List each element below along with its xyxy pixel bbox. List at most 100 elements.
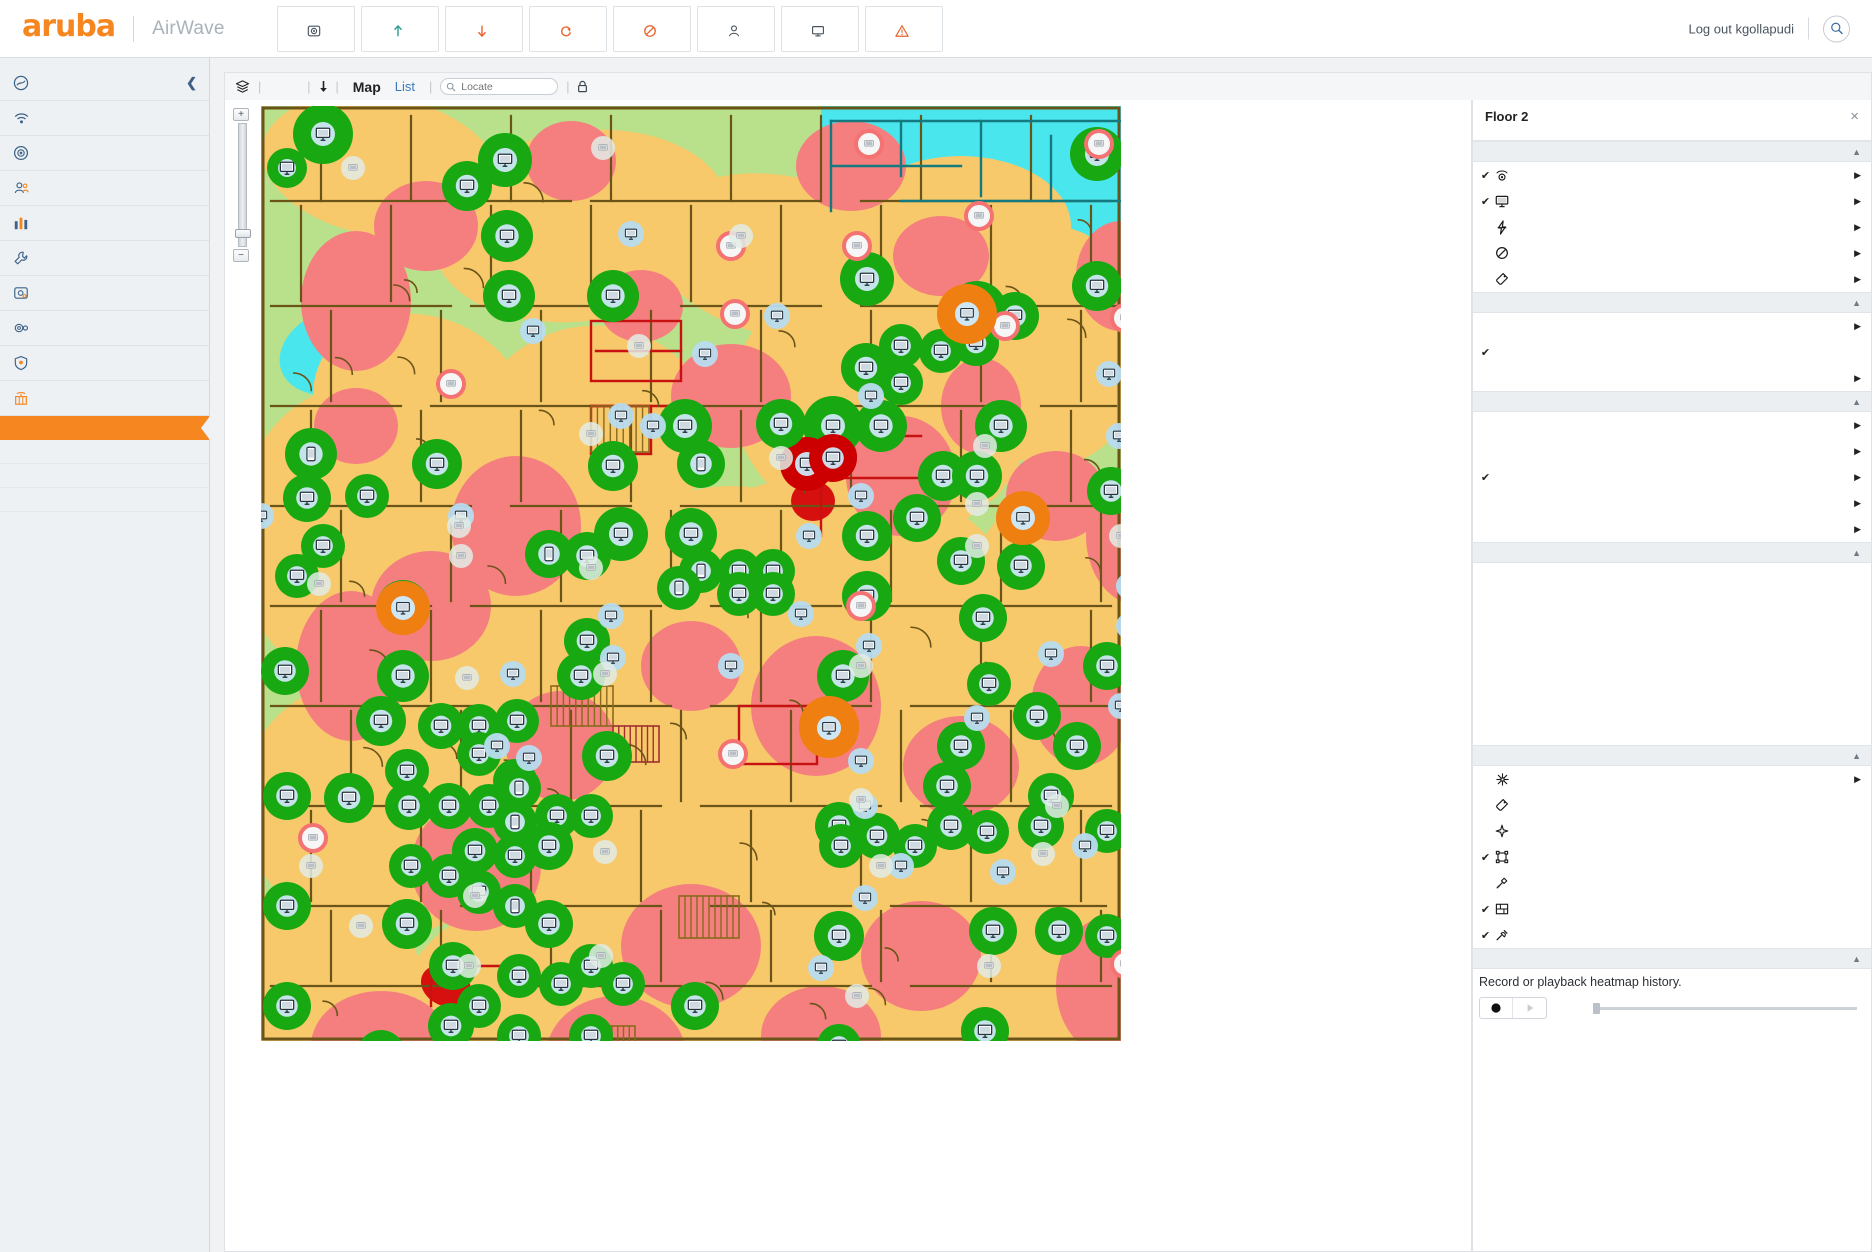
search-icon[interactable] xyxy=(1823,15,1850,42)
close-icon[interactable]: × xyxy=(1850,109,1859,124)
map-zoom-slider[interactable]: + − xyxy=(233,108,251,263)
panel-option-aps[interactable] xyxy=(1473,563,1871,589)
chevron-right-icon[interactable]: ▶ xyxy=(1854,373,1861,384)
panel-option-client-association[interactable] xyxy=(1473,589,1871,615)
panel-section-header-ap-overlays[interactable]: ▲ xyxy=(1473,391,1871,412)
chevron-right-icon[interactable]: ▶ xyxy=(1854,524,1861,535)
sidebar-item-home[interactable]: ❮ xyxy=(0,66,209,101)
sidebar-subitem-audit-log[interactable] xyxy=(0,488,209,512)
sidebar-item-groups[interactable] xyxy=(0,101,209,136)
play-icon[interactable] xyxy=(1513,998,1546,1018)
panel-option-ch-utilization[interactable]: ▶ xyxy=(1473,412,1871,438)
sidebar-item-amp-setup[interactable] xyxy=(0,311,209,346)
locate-input[interactable] xyxy=(459,80,554,94)
panel-option-speed[interactable]: ▶ xyxy=(1473,490,1871,516)
chevron-right-icon[interactable]: ▶ xyxy=(1854,222,1861,233)
zoom-handle[interactable] xyxy=(235,229,251,238)
panel-option-rogues[interactable] xyxy=(1473,667,1871,693)
panel-option-channel[interactable]: ▶ xyxy=(1473,438,1871,464)
panel-option-regions[interactable]: ✔ xyxy=(1473,844,1871,870)
panel-section-header-floorplan-features[interactable]: ▲ xyxy=(1473,745,1871,766)
sidebar-subitem-floor-plans[interactable] xyxy=(0,416,209,440)
caret-up-icon[interactable]: ▲ xyxy=(1852,548,1861,558)
sidebar-item-device-setup[interactable] xyxy=(0,276,209,311)
panel-section-header-relation-lines[interactable]: ▲ xyxy=(1473,542,1871,563)
panel-option-walls[interactable]: ✔ xyxy=(1473,896,1871,922)
panel-option-tags[interactable] xyxy=(1473,719,1871,745)
locate-search-box[interactable] xyxy=(440,78,558,95)
panel-option-aps[interactable]: ✔▶ xyxy=(1473,162,1871,188)
arrow-down-small-icon[interactable] xyxy=(319,80,328,93)
record-icon[interactable] xyxy=(1480,998,1513,1018)
stat-card-alerts[interactable] xyxy=(865,6,943,52)
caret-up-icon[interactable]: ▲ xyxy=(1852,397,1861,407)
panel-option-heatmap[interactable]: ✔▶ xyxy=(1473,464,1871,490)
tab-list[interactable]: List xyxy=(395,79,415,94)
option-checkmark[interactable]: ✔ xyxy=(1479,929,1492,942)
lock-icon[interactable] xyxy=(577,80,588,93)
option-checkmark[interactable]: ✔ xyxy=(1479,169,1492,182)
panel-section-header-devices[interactable]: ▲ xyxy=(1473,141,1871,162)
chevron-right-icon[interactable]: ▶ xyxy=(1854,420,1861,431)
chevron-right-icon[interactable]: ▶ xyxy=(1854,248,1861,259)
option-checkmark[interactable]: ✔ xyxy=(1479,471,1492,484)
stat-card-down[interactable] xyxy=(445,6,523,52)
option-checkmark[interactable]: ✔ xyxy=(1479,346,1492,359)
stat-card-new-devices[interactable] xyxy=(277,6,355,52)
sidebar-item-clients[interactable] xyxy=(0,171,209,206)
stat-card-up[interactable] xyxy=(361,6,439,52)
stat-card-clients[interactable] xyxy=(697,6,775,52)
chevron-right-icon[interactable]: ▶ xyxy=(1854,472,1861,483)
option-checkmark[interactable]: ✔ xyxy=(1479,851,1492,864)
chevron-right-icon[interactable]: ▶ xyxy=(1854,321,1861,332)
panel-option-wiring-closets[interactable]: ✔ xyxy=(1473,922,1871,948)
zoom-track[interactable] xyxy=(238,123,247,247)
panel-option-client-health[interactable]: ✔ xyxy=(1473,339,1871,365)
sidebar-item-visualrf[interactable] xyxy=(0,381,209,416)
panel-option-surveys[interactable] xyxy=(1473,870,1871,896)
caret-up-icon[interactable]: ▲ xyxy=(1852,298,1861,308)
sidebar-item-system[interactable] xyxy=(0,241,209,276)
option-checkmark[interactable]: ✔ xyxy=(1479,903,1492,916)
chevron-right-icon[interactable]: ▶ xyxy=(1854,274,1861,285)
panel-option-client-neighbors[interactable] xyxy=(1473,615,1871,641)
panel-option-labels[interactable] xyxy=(1473,792,1871,818)
panel-section-header-client-overlays[interactable]: ▲ xyxy=(1473,292,1871,313)
stat-card-mismatched[interactable] xyxy=(529,6,607,52)
panel-option-grid-lines[interactable]: ▶ xyxy=(1473,766,1871,792)
logout-link[interactable]: Log out kgollapudi xyxy=(1688,21,1794,36)
sidebar-subitem-import[interactable] xyxy=(0,464,209,488)
chevron-right-icon[interactable]: ▶ xyxy=(1854,446,1861,457)
panel-option-ucc[interactable]: ▶ xyxy=(1473,365,1871,391)
caret-up-icon[interactable]: ▲ xyxy=(1852,751,1861,761)
tab-map[interactable]: Map xyxy=(353,79,381,95)
chevron-right-icon[interactable]: ▶ xyxy=(1854,170,1861,181)
chevron-right-icon[interactable]: ▶ xyxy=(1854,774,1861,785)
caret-up-icon[interactable]: ▲ xyxy=(1852,954,1861,964)
heatmap-history-slider[interactable] xyxy=(1593,1007,1857,1010)
sidebar-item-rapids[interactable] xyxy=(0,346,209,381)
panel-option-tags[interactable]: ▶ xyxy=(1473,266,1871,292)
chevron-right-icon[interactable]: ▶ xyxy=(1854,498,1861,509)
sidebar-item-reports[interactable] xyxy=(0,206,209,241)
sidebar-subitem-setup[interactable] xyxy=(0,440,209,464)
panel-option-rogues[interactable]: ▶ xyxy=(1473,240,1871,266)
chevron-left-icon[interactable]: ❮ xyxy=(186,75,197,91)
map-canvas[interactable] xyxy=(261,106,1121,1041)
panel-option-origin[interactable] xyxy=(1473,818,1871,844)
panel-option-apprf[interactable]: ▶ xyxy=(1473,313,1871,339)
panel-option-interferers[interactable] xyxy=(1473,641,1871,667)
panel-option-surveys[interactable] xyxy=(1473,693,1871,719)
layers-icon[interactable] xyxy=(235,80,250,93)
stat-card-rogue[interactable] xyxy=(613,6,691,52)
panel-option-clients[interactable]: ✔▶ xyxy=(1473,188,1871,214)
panel-option-interferers[interactable]: ▶ xyxy=(1473,214,1871,240)
zoom-out-button[interactable]: − xyxy=(233,249,249,262)
option-checkmark[interactable]: ✔ xyxy=(1479,195,1492,208)
sidebar-item-aps-devices[interactable] xyxy=(0,136,209,171)
panel-section-header-heatmap-history[interactable]: ▲ xyxy=(1473,948,1871,969)
floorplan-map[interactable]: + − xyxy=(224,100,1472,1252)
slider-knob[interactable] xyxy=(1593,1003,1600,1014)
panel-option-voice[interactable]: ▶ xyxy=(1473,516,1871,542)
zoom-in-button[interactable]: + xyxy=(233,108,249,121)
